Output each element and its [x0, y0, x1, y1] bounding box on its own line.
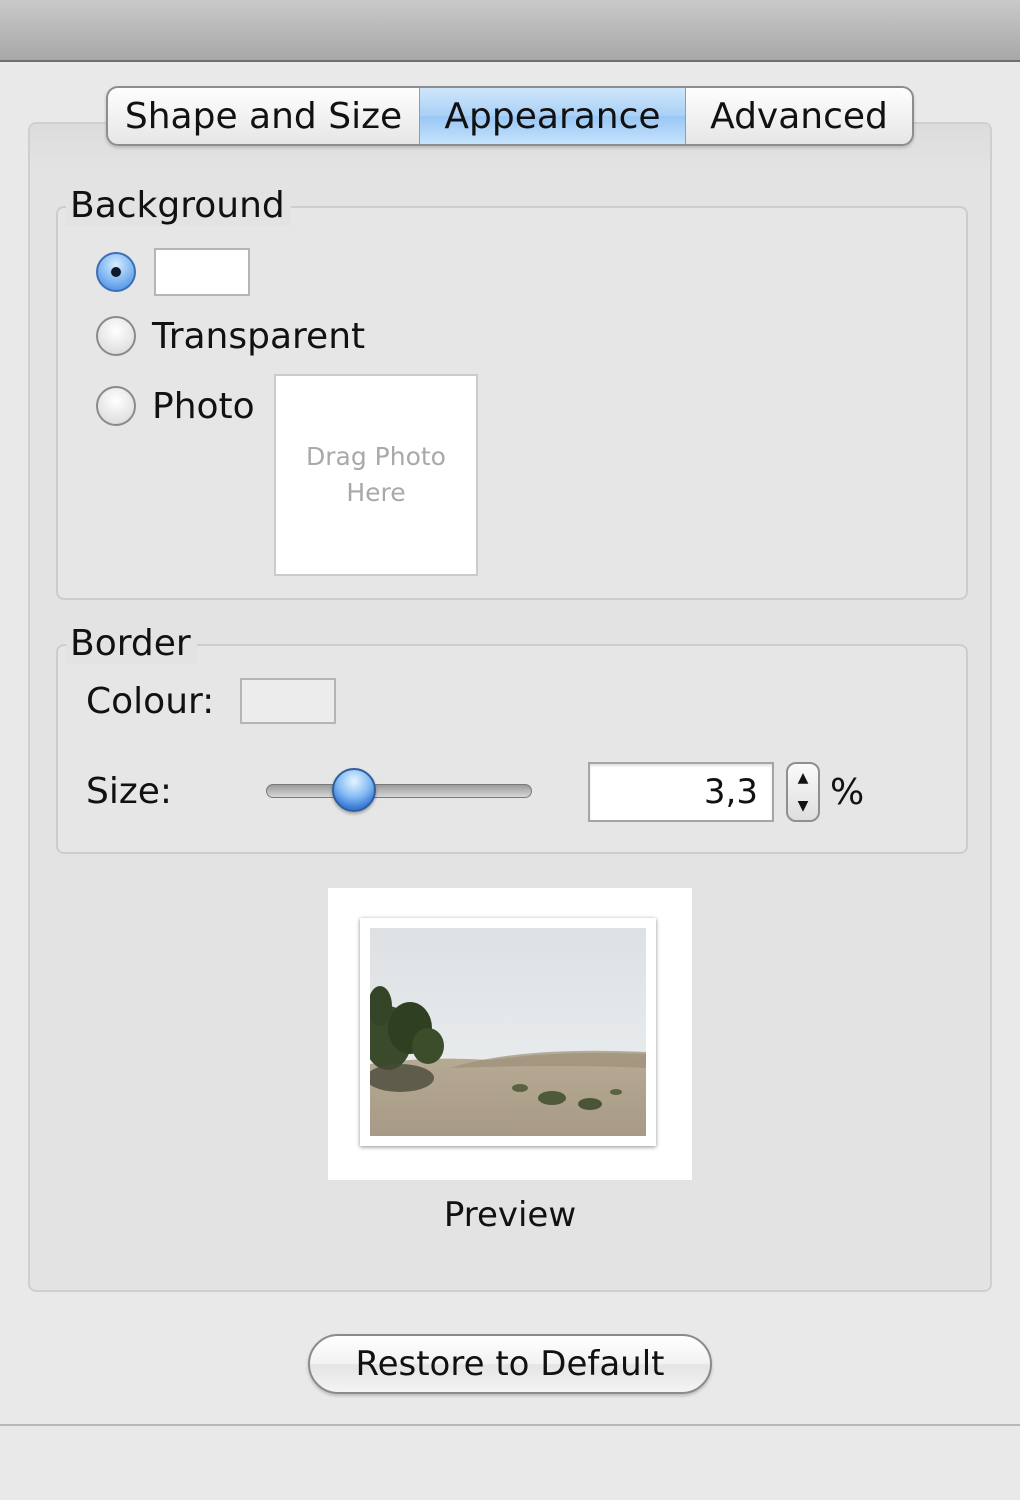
- restore-to-default-button[interactable]: Restore to Default: [308, 1334, 712, 1394]
- stepper-up-arrow-icon[interactable]: ▲: [788, 764, 818, 792]
- background-transparent-label[interactable]: Transparent: [152, 317, 365, 357]
- background-transparent-radio[interactable]: [96, 316, 136, 356]
- photo-drop-zone[interactable]: Drag Photo Here: [274, 374, 478, 576]
- background-photo-label[interactable]: Photo: [152, 387, 255, 427]
- preview-landscape-image: [370, 928, 646, 1136]
- bottom-bar: [0, 1426, 1020, 1500]
- background-group-title: Background: [66, 186, 291, 226]
- preview-image: [360, 918, 656, 1146]
- border-colour-swatch[interactable]: [240, 678, 336, 724]
- preview-label: Preview: [443, 1195, 577, 1235]
- border-size-slider-knob[interactable]: [332, 768, 376, 812]
- stepper-down-arrow-icon[interactable]: ▼: [788, 792, 818, 820]
- background-color-swatch[interactable]: [154, 248, 250, 296]
- background-photo-radio[interactable]: [96, 386, 136, 426]
- tab-appearance[interactable]: Appearance: [420, 88, 686, 144]
- border-size-unit: %: [830, 772, 865, 813]
- border-colour-label: Colour:: [86, 681, 215, 722]
- tab-advanced[interactable]: Advanced: [686, 88, 912, 144]
- border-size-input[interactable]: 3,3: [588, 762, 774, 822]
- photo-drop-zone-hint: Drag Photo Here: [306, 442, 446, 507]
- tab-bar: Shape and Size Appearance Advanced: [106, 86, 914, 146]
- border-size-label: Size:: [86, 771, 173, 812]
- background-color-radio[interactable]: [96, 252, 136, 292]
- border-group-title: Border: [66, 624, 197, 664]
- border-group: [56, 644, 968, 854]
- preview-frame: [328, 888, 692, 1180]
- tab-shape-and-size[interactable]: Shape and Size: [108, 88, 420, 144]
- border-size-stepper[interactable]: ▲ ▼: [786, 762, 820, 822]
- border-size-slider[interactable]: [266, 784, 532, 798]
- window-titlebar[interactable]: [0, 0, 1020, 62]
